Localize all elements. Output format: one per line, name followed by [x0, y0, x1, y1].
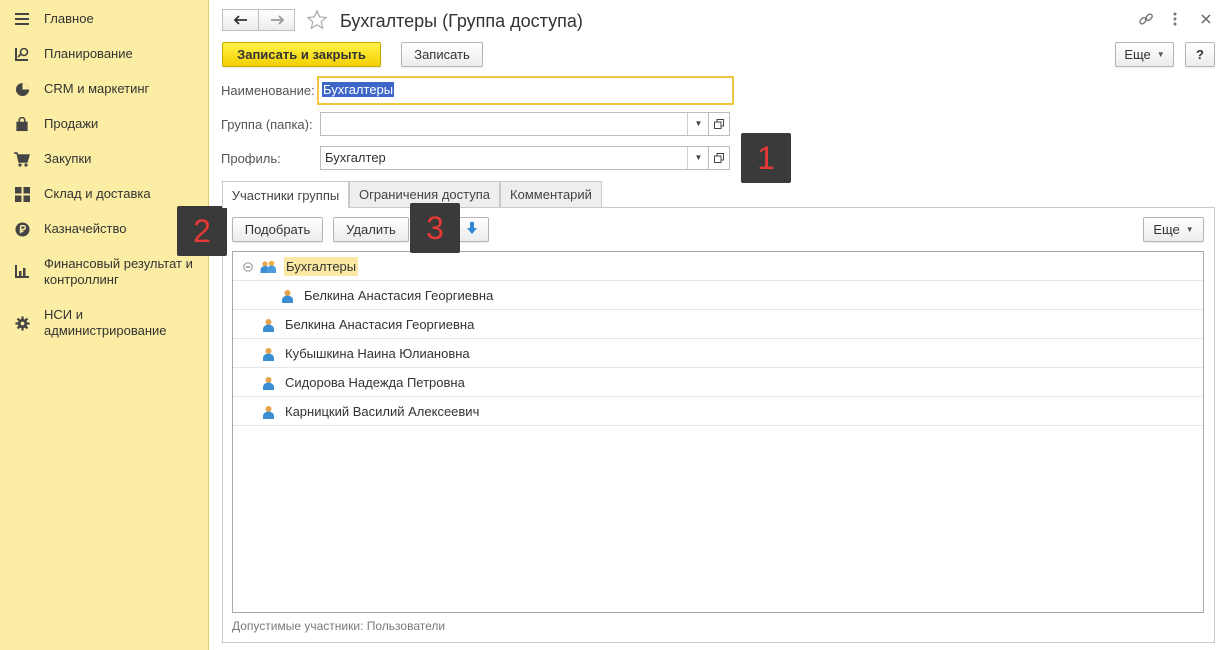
allowed-members-note: Допустимые участники: Пользователи	[232, 619, 446, 633]
sidebar-item-planning[interactable]: Планирование	[0, 45, 209, 63]
sidebar-item-crm[interactable]: CRM и маркетинг	[0, 80, 209, 98]
profile-dropdown-button[interactable]: ▼	[687, 147, 709, 169]
user-icon	[262, 376, 276, 390]
callout-1: 1	[741, 133, 791, 183]
members-more-button[interactable]: Еще ▼	[1143, 217, 1204, 242]
sidebar-item-warehouse[interactable]: Склад и доставка	[0, 185, 209, 203]
name-input-value: Бухгалтеры	[322, 82, 395, 97]
sidebar: Главное Планирование CRM и маркетинг Про…	[0, 0, 209, 650]
warehouse-grid-icon	[14, 186, 30, 202]
sidebar-item-label: Планирование	[44, 46, 133, 61]
sidebar-item-label: CRM и маркетинг	[44, 81, 150, 96]
sidebar-item-label: Главное	[44, 11, 94, 26]
collapse-icon[interactable]	[243, 260, 253, 272]
open-window-icon	[714, 117, 724, 132]
cart-icon	[14, 151, 30, 167]
sidebar-item-financial-result[interactable]: Финансовый результат и контроллинг	[0, 255, 209, 291]
tab-group-members[interactable]: Участники группы	[222, 181, 349, 208]
sidebar-item-label: Склад и доставка	[44, 186, 151, 201]
members-more-label: Еще	[1153, 222, 1180, 237]
arrow-down-icon	[466, 222, 477, 237]
bar-chart-icon	[14, 263, 30, 279]
chevron-down-icon: ▼	[1156, 50, 1165, 59]
user-icon	[281, 289, 295, 303]
member-name: Сидорова Надежда Петровна	[285, 375, 465, 390]
link-icon	[1138, 13, 1154, 30]
help-button[interactable]: ?	[1185, 42, 1215, 67]
favorite-button[interactable]	[306, 9, 328, 31]
ruble-coin-icon	[14, 221, 30, 237]
link-button[interactable]	[1138, 11, 1156, 29]
chevron-down-icon: ▼	[694, 153, 703, 162]
name-label: Наименование:	[221, 83, 315, 98]
sidebar-item-label: Продажи	[44, 116, 99, 131]
profile-open-button[interactable]	[708, 146, 730, 170]
sidebar-item-label: НСИ и администрирование	[44, 307, 167, 338]
tab-comment[interactable]: Комментарий	[500, 181, 602, 207]
chevron-down-icon: ▼	[694, 119, 703, 128]
list-item[interactable]: Сидорова Надежда Петровна	[233, 368, 1203, 397]
main-form: Бухгалтеры (Группа доступа) Записать и з…	[177, 0, 1221, 650]
pick-button[interactable]: Подобрать	[232, 217, 323, 242]
close-button[interactable]	[1201, 12, 1215, 26]
list-item[interactable]: Бухгалтеры	[233, 252, 1203, 281]
forward-button[interactable]	[258, 9, 295, 31]
arrow-left-icon	[233, 13, 248, 28]
gear-icon	[14, 315, 30, 331]
sidebar-item-label: Финансовый результат и контроллинг	[44, 256, 193, 287]
chevron-down-icon: ▼	[1185, 225, 1194, 234]
star-icon	[306, 9, 328, 34]
close-icon	[1201, 12, 1211, 27]
callout-2: 2	[177, 206, 227, 256]
open-window-icon	[714, 151, 724, 166]
list-item[interactable]: Белкина Анастасия Георгиевна	[233, 310, 1203, 339]
group-dropdown-button[interactable]: ▼	[687, 113, 709, 135]
member-name: Карницкий Василий Алексеевич	[285, 404, 480, 419]
profile-input[interactable]: Бухгалтер ▼	[320, 146, 710, 170]
list-item[interactable]: Белкина Анастасия Георгиевна	[233, 281, 1203, 310]
delete-button[interactable]: Удалить	[333, 217, 409, 242]
sidebar-item-main[interactable]: Главное	[0, 10, 209, 28]
member-name: Белкина Анастасия Георгиевна	[285, 317, 475, 332]
save-button[interactable]: Записать	[401, 42, 483, 67]
sidebar-item-label: Закупки	[44, 151, 92, 166]
more-button-label: Еще	[1124, 47, 1151, 62]
name-input[interactable]: Бухгалтеры	[317, 76, 734, 105]
back-button[interactable]	[222, 9, 259, 31]
members-list[interactable]: Бухгалтеры Белкина Анастасия Георгиевна …	[232, 251, 1204, 613]
more-button[interactable]: Еще ▼	[1115, 42, 1174, 67]
list-item[interactable]: Карницкий Василий Алексеевич	[233, 397, 1203, 426]
sidebar-item-purchases[interactable]: Закупки	[0, 150, 209, 168]
group-input[interactable]: ▼	[320, 112, 710, 136]
arrow-right-icon	[270, 13, 284, 28]
user-group-icon	[260, 260, 277, 274]
profile-label: Профиль:	[221, 151, 281, 166]
group-open-button[interactable]	[708, 112, 730, 136]
pie-chart-icon	[14, 81, 30, 97]
user-icon	[262, 405, 276, 419]
sidebar-item-nsi-admin[interactable]: НСИ и администрирование	[0, 306, 209, 342]
sidebar-item-sales[interactable]: Продажи	[0, 115, 209, 133]
profile-input-value: Бухгалтер	[325, 150, 386, 165]
user-icon	[262, 318, 276, 332]
callout-3: 3	[410, 203, 460, 253]
page-title: Бухгалтеры (Группа доступа)	[340, 11, 583, 31]
more-actions-button[interactable]	[1173, 11, 1183, 29]
member-name: Бухгалтеры	[284, 257, 359, 276]
group-label: Группа (папка):	[221, 117, 313, 132]
list-item[interactable]: Кубышкина Наина Юлиановна	[233, 339, 1203, 368]
menu-icon	[14, 11, 30, 27]
planning-icon	[14, 46, 30, 62]
shopping-bag-icon	[14, 116, 30, 132]
member-name: Белкина Анастасия Георгиевна	[304, 288, 494, 303]
save-and-close-button[interactable]: Записать и закрыть	[222, 42, 381, 67]
user-icon	[262, 347, 276, 361]
member-name: Кубышкина Наина Юлиановна	[285, 346, 470, 361]
more-vertical-icon	[1173, 12, 1177, 30]
